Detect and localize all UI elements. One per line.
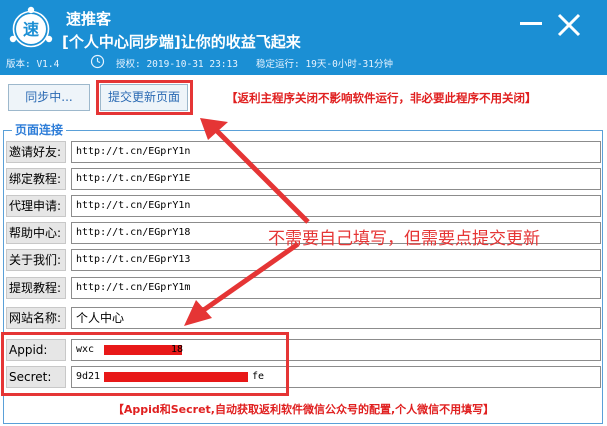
- annotation-arrows: [184, 118, 310, 326]
- annotation-text: 不需要自己填写，但需要点提交更新: [268, 229, 540, 249]
- arrow-to-submit-icon: [200, 118, 310, 224]
- arrow-to-appid-icon: [184, 241, 300, 326]
